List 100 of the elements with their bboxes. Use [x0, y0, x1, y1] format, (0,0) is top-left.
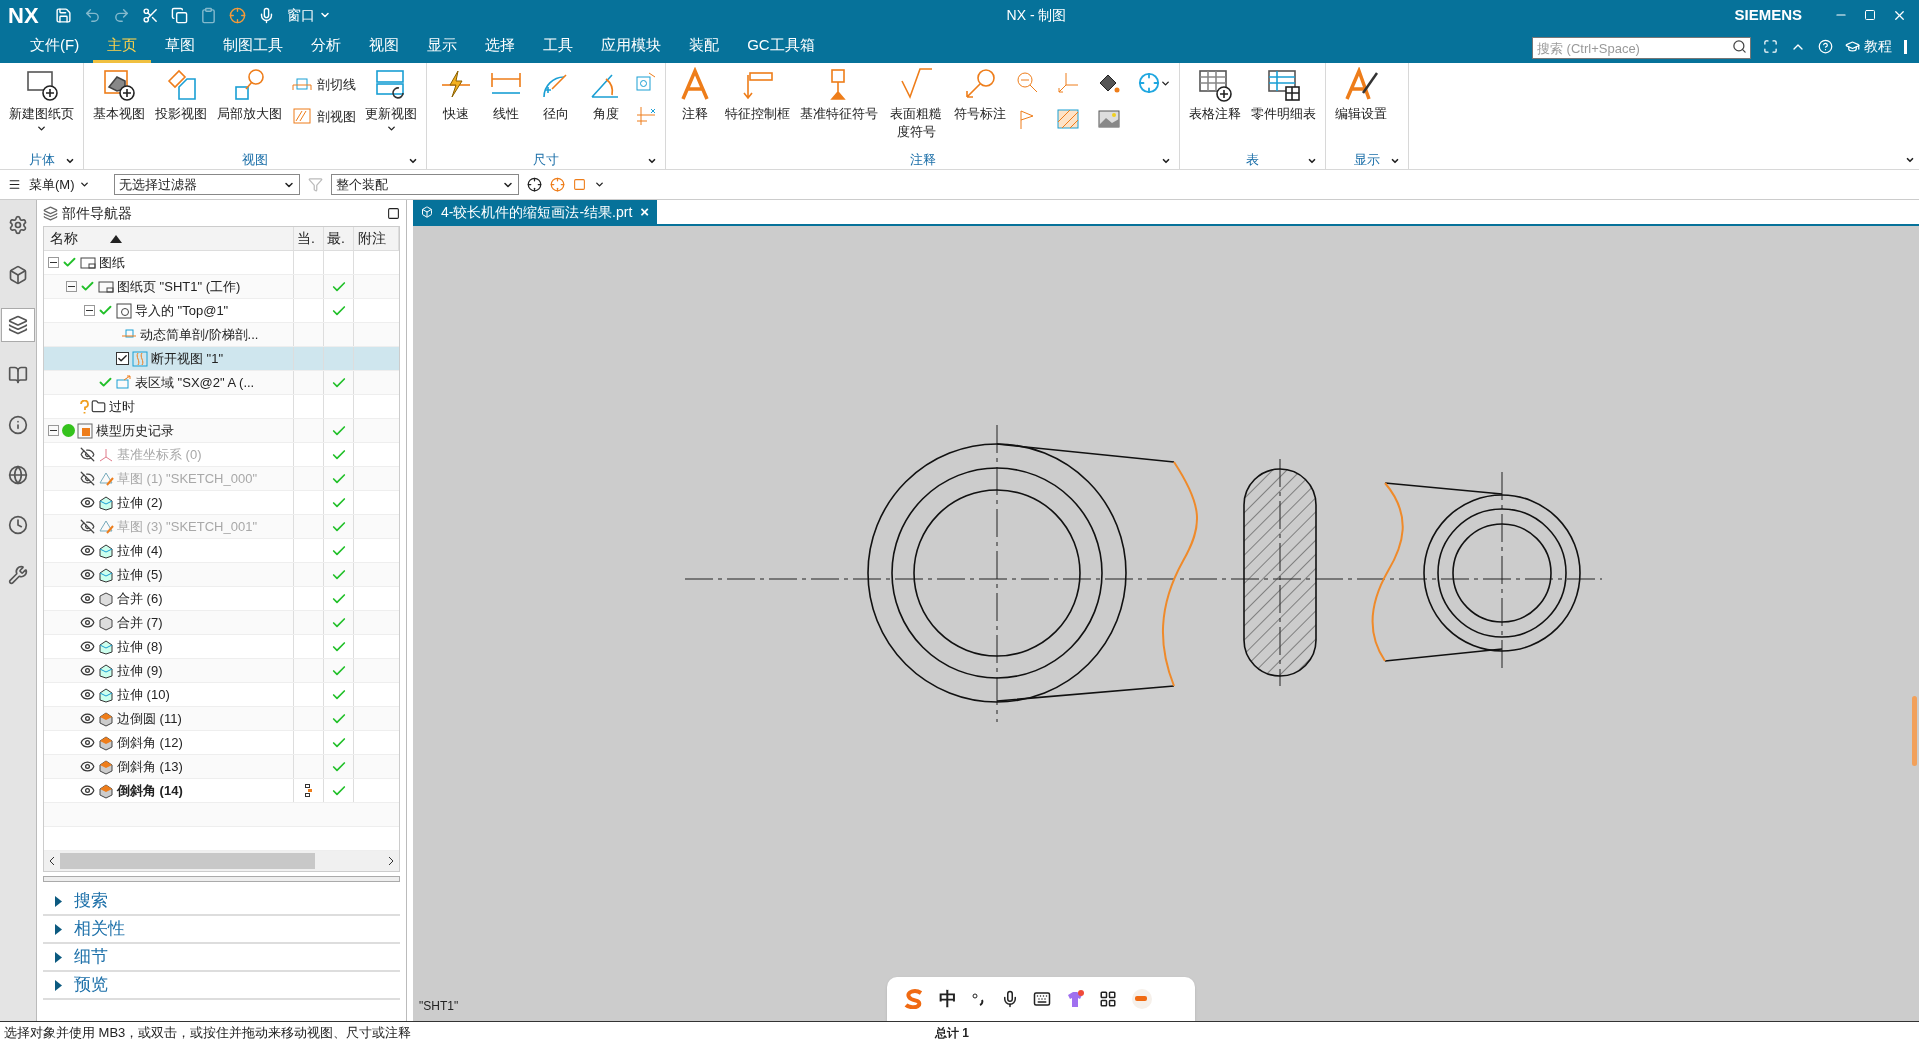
microphone-icon[interactable] [1001, 990, 1019, 1008]
eye-icon[interactable] [80, 567, 95, 582]
expand-arrow-icon[interactable] [55, 923, 62, 935]
ribbon-button[interactable]: 符号标注 [949, 67, 1011, 123]
scroll-handle[interactable] [1912, 696, 1917, 766]
close-tab-icon[interactable]: × [640, 200, 650, 224]
square-icon[interactable] [572, 178, 586, 191]
ribbon-button[interactable]: 特征控制框 [720, 67, 795, 123]
tree-row[interactable]: 边倒圆 (11) [44, 707, 399, 731]
column-header[interactable]: 当. [294, 227, 324, 250]
eye-icon[interactable] [80, 639, 95, 654]
section-header[interactable]: 细节 [74, 944, 108, 970]
tree-row[interactable]: 表区域 "SX@2" A (... [44, 371, 399, 395]
ribbon-button[interactable]: 剖视图 [291, 106, 356, 126]
ribbon-button[interactable]: 更新视图 [360, 67, 422, 134]
caret-icon[interactable] [593, 179, 605, 190]
ime-logo-icon[interactable] [903, 989, 925, 1009]
menu-tab[interactable]: 装配 [675, 30, 734, 63]
search-field[interactable]: 搜索 (Ctrl+Space) [1532, 37, 1751, 59]
eye-icon[interactable] [80, 759, 95, 774]
menu-tab[interactable]: 分析 [297, 30, 356, 63]
tree-row[interactable]: 倒斜角 (13) [44, 755, 399, 779]
tree-row[interactable]: 动态简单剖/阶梯剖... [44, 323, 399, 347]
expand-arrow-icon[interactable] [55, 895, 62, 907]
scope-dropdown[interactable]: 整个装配 [330, 174, 519, 195]
eye-icon[interactable] [80, 735, 95, 750]
collapse-icon[interactable] [48, 425, 59, 436]
tree-row[interactable]: 导入的 "Top@1" [44, 299, 399, 323]
tree-row[interactable]: 图纸 [44, 251, 399, 275]
collapse-icon[interactable] [66, 281, 77, 292]
ribbon-button[interactable]: 快速 [431, 67, 481, 123]
menu-tab[interactable]: 视图 [355, 30, 414, 63]
column-header[interactable]: 最. [324, 227, 354, 250]
full-screen-icon[interactable] [1763, 39, 1778, 54]
section-header[interactable]: 预览 [74, 972, 108, 998]
ribbon-button[interactable]: 零件明细表 [1246, 67, 1321, 123]
copy-icon[interactable] [170, 6, 188, 24]
tutorial-link[interactable]: 教程 [1845, 36, 1892, 57]
save-icon[interactable] [54, 6, 72, 24]
tree-row[interactable]: 拉伸 (9) [44, 659, 399, 683]
ribbon-button[interactable]: 编辑设置 [1330, 67, 1392, 123]
keyboard-icon[interactable] [1033, 990, 1051, 1008]
alert-icon[interactable] [1904, 39, 1907, 54]
tree-row[interactable]: 合并 (6) [44, 587, 399, 611]
caret-icon[interactable] [1161, 156, 1171, 166]
tree-row[interactable]: 倒斜角 (14) [44, 779, 399, 803]
collapse-icon[interactable] [84, 305, 95, 316]
ribbon-button[interactable]: 表格注释 [1184, 67, 1246, 123]
menu-tab[interactable]: 文件(F) [16, 30, 94, 63]
menu-tab[interactable]: 选择 [471, 30, 530, 63]
ribbon-button[interactable]: 剖切线 [291, 75, 356, 95]
ribbon-button[interactable]: 径向 [531, 67, 581, 123]
ribbon-button[interactable]: 表面粗糙度符号 [883, 67, 949, 141]
eye-icon[interactable] [80, 783, 95, 798]
caret-icon[interactable] [1307, 156, 1317, 166]
hatch-icon[interactable] [1056, 107, 1080, 131]
eye-icon[interactable] [80, 495, 95, 510]
ribbon-button[interactable]: 注释 [670, 67, 720, 123]
column-header[interactable]: 附注 [354, 227, 399, 250]
tree-row[interactable]: 拉伸 (5) [44, 563, 399, 587]
grid-icon[interactable] [1099, 990, 1117, 1008]
menu-icon[interactable] [8, 178, 21, 191]
caret-icon[interactable] [65, 156, 75, 166]
eye-icon[interactable] [80, 663, 95, 678]
snap-icon[interactable] [526, 177, 542, 192]
menu-tab[interactable]: 草图 [151, 30, 210, 63]
menu-tab[interactable]: 主页 [93, 30, 152, 63]
ribbon-button[interactable]: 投影视图 [150, 67, 212, 123]
scroll-left-icon[interactable] [48, 856, 56, 866]
eye-icon[interactable] [80, 543, 95, 558]
ribbon-button[interactable]: 基准特征符号 [795, 67, 883, 123]
hidden-eye-icon[interactable] [80, 471, 95, 486]
section-header[interactable]: 搜索 [74, 888, 108, 914]
resource-tab[interactable] [1, 308, 35, 342]
caret-icon[interactable] [647, 156, 657, 166]
tree-row[interactable]: 过时 [44, 395, 399, 419]
menu-tab[interactable]: GC工具箱 [733, 30, 829, 63]
checkbox[interactable] [116, 352, 129, 365]
restore-icon[interactable] [1864, 9, 1876, 21]
document-tab[interactable]: 4-较长机件的缩短画法-结果.prt × [413, 200, 658, 224]
section-header[interactable]: 相关性 [74, 916, 125, 942]
eye-icon[interactable] [80, 687, 95, 702]
menu-tab[interactable]: 制图工具 [209, 30, 298, 63]
tree-row[interactable]: 拉伸 (2) [44, 491, 399, 515]
tree-row[interactable]: 拉伸 (10) [44, 683, 399, 707]
eye-icon[interactable] [80, 591, 95, 606]
tree-row[interactable]: 断开视图 "1" [44, 347, 399, 371]
caret-icon[interactable] [408, 156, 418, 166]
eye-icon[interactable] [80, 615, 95, 630]
menu-tab[interactable]: 工具 [529, 30, 588, 63]
expand-arrow-icon[interactable] [55, 951, 62, 963]
menu-button[interactable]: 菜单(M) [29, 174, 90, 195]
hidden-eye-icon[interactable] [80, 447, 95, 462]
hidden-eye-icon[interactable] [80, 519, 95, 534]
cut-icon[interactable] [141, 6, 159, 24]
ribbon-button[interactable]: 局部放大图 [212, 67, 287, 123]
image-icon[interactable] [1097, 107, 1121, 131]
ribbon-button[interactable]: 线性 [481, 67, 531, 123]
tree-row[interactable]: 图纸页 "SHT1" (工作) [44, 275, 399, 299]
tree-row[interactable]: 倒斜角 (12) [44, 731, 399, 755]
